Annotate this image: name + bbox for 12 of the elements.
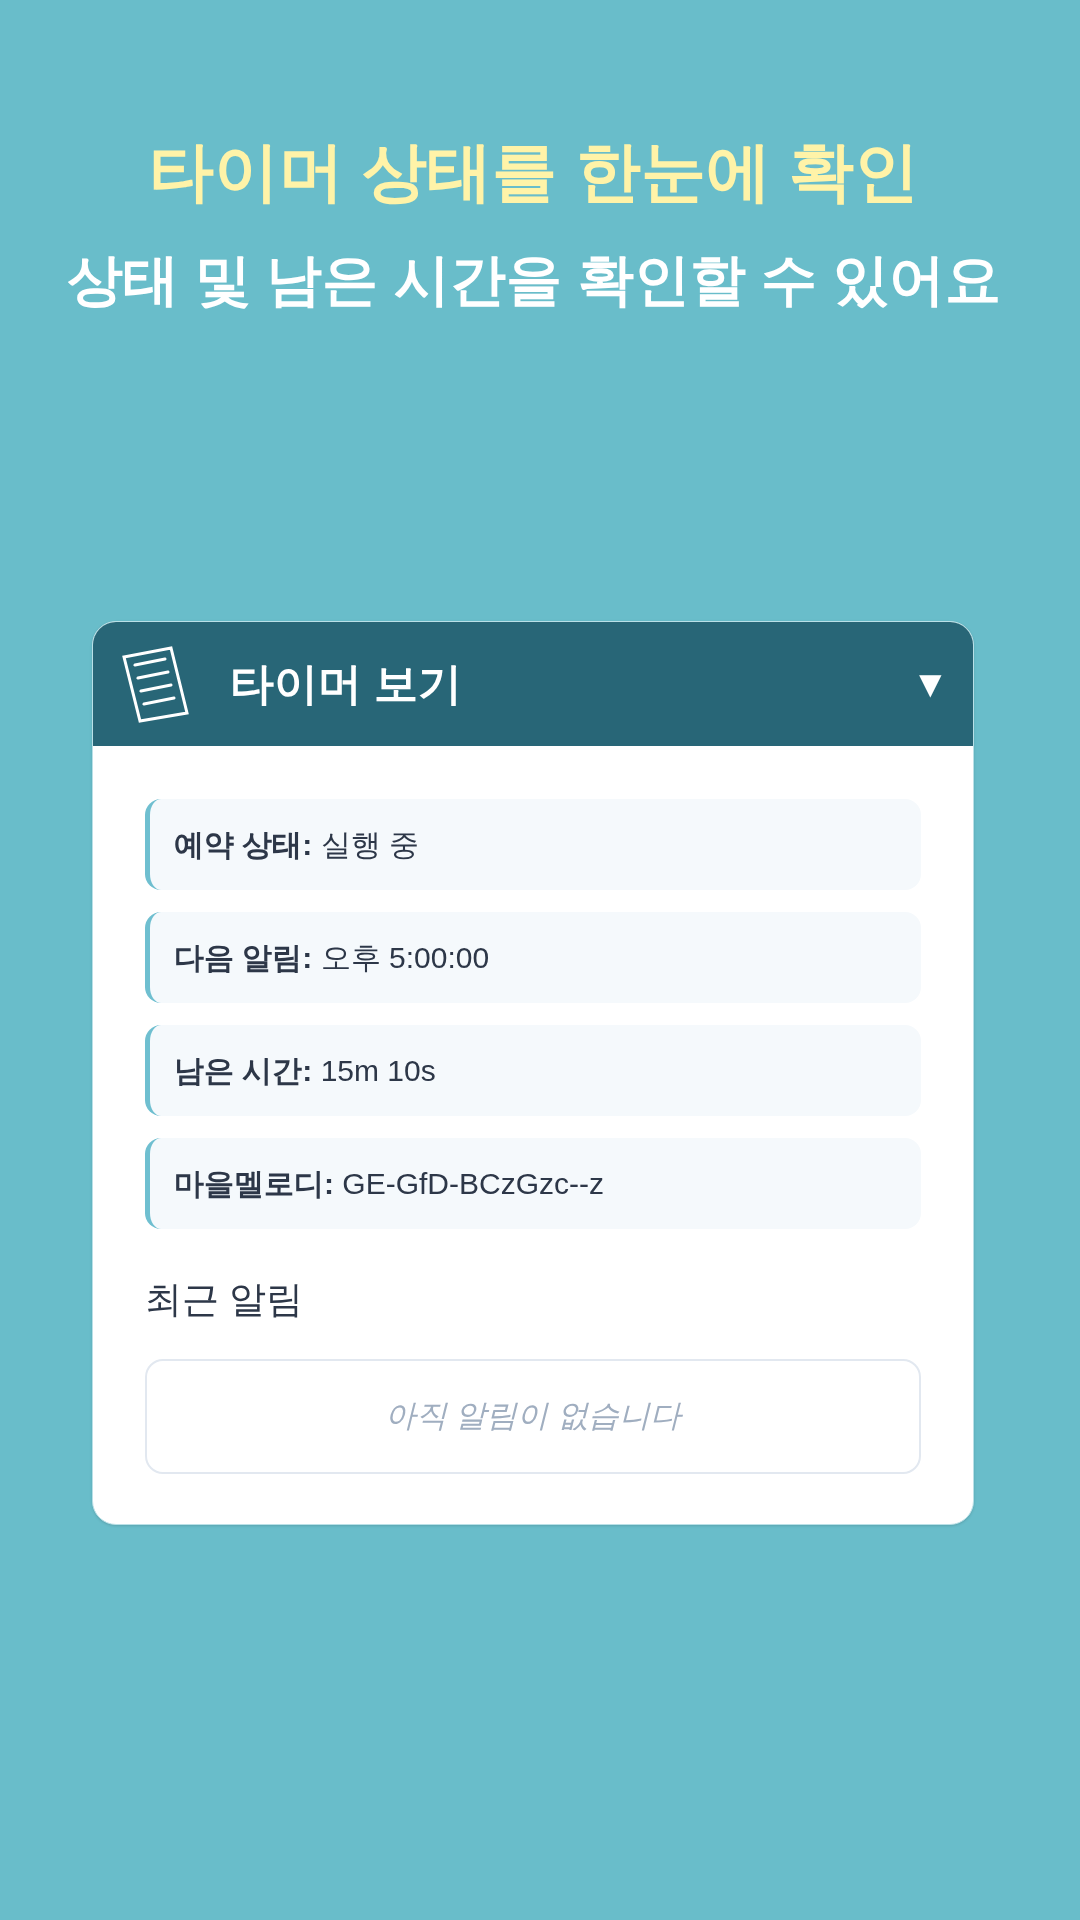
section-title: 최근 알림	[145, 1278, 304, 1322]
collapse-toggle[interactable]: ▼	[911, 665, 949, 703]
empty-message: 아직 알림이 없습니다	[384, 1397, 682, 1436]
headline-title: 타이머 상태를 한눈에 확인	[149, 134, 919, 210]
info-text: 마을멜로디: GE-GfD-BCzGzc--z	[174, 1166, 604, 1202]
document-icon	[121, 645, 191, 723]
panel-title: 타이머 보기	[230, 658, 463, 710]
headline-subtitle: 상태 및 남은 시간을 확인할 수 있어요	[67, 247, 1001, 313]
info-text: 다음 알림: 오후 5:00:00	[174, 940, 490, 976]
info-text: 예약 상태: 실행 중	[174, 827, 419, 863]
info-text: 남은 시간: 15m 10s	[174, 1053, 436, 1089]
panel-header[interactable]: 타이머 보기 ▼	[93, 622, 973, 746]
